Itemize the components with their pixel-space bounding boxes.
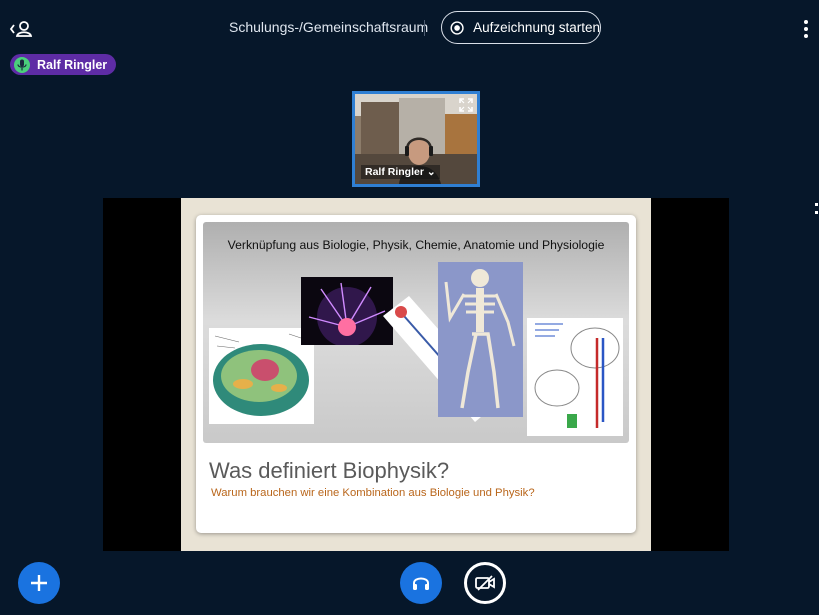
slide-card: Verknüpfung aus Biologie, Physik, Chemie… <box>196 215 636 533</box>
talking-indicator[interactable]: Ralf Ringler <box>10 54 116 75</box>
brain-diagram-image <box>527 318 623 436</box>
options-menu-button[interactable] <box>800 19 812 39</box>
headphones-icon <box>413 577 429 590</box>
users-toggle-button[interactable] <box>8 18 36 42</box>
presentation-area: Verknüpfung aus Biologie, Physik, Chemie… <box>103 198 729 551</box>
chevron-down-icon: ⌄ <box>426 166 436 178</box>
vertical-dots-icon <box>804 20 808 38</box>
record-icon <box>450 20 464 35</box>
header-divider <box>424 20 425 36</box>
actions-button[interactable] <box>18 562 60 604</box>
slide-title: Was definiert Biophysik? <box>209 458 450 483</box>
webcam-user-name-text: Ralf Ringler <box>365 166 424 178</box>
room-title: Schulungs-/Gemeinschaftsraum <box>229 19 429 35</box>
skeleton-image <box>438 262 523 417</box>
start-recording-button[interactable]: Aufzeichnung starten <box>441 11 601 44</box>
presentation-slide: Verknüpfung aus Biologie, Physik, Chemie… <box>181 198 651 551</box>
video-off-icon <box>475 575 495 591</box>
audio-button[interactable] <box>400 562 442 604</box>
plus-icon <box>31 575 47 591</box>
webcam-tile[interactable]: Ralf Ringler ⌄ <box>352 91 480 187</box>
slide-heading: Verknüpfung aus Biologie, Physik, Chemie… <box>227 238 605 252</box>
cell-illustration-image <box>209 328 314 424</box>
record-button-label: Aufzeichnung starten <box>473 20 600 35</box>
slide-subtitle: Warum brauchen wir eine Kombination aus … <box>211 487 535 499</box>
user-list-icon <box>9 21 33 37</box>
video-toggle-button[interactable] <box>464 562 506 604</box>
presentation-side-handle-icon[interactable] <box>814 201 819 217</box>
microphone-icon <box>14 56 30 73</box>
slide-image-banner: Verknüpfung aus Biologie, Physik, Chemie… <box>203 222 629 443</box>
webcam-user-name[interactable]: Ralf Ringler ⌄ <box>361 165 440 179</box>
fullscreen-icon[interactable] <box>459 98 473 112</box>
talker-name: Ralf Ringler <box>37 57 108 72</box>
